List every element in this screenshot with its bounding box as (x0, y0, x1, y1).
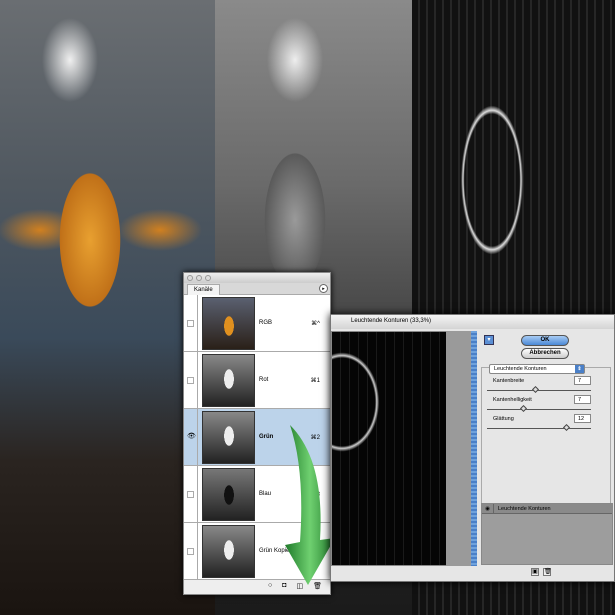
collapse-toggle-icon[interactable]: ▾ (484, 335, 494, 345)
eye-icon[interactable]: 👁 (187, 433, 196, 441)
chevron-updown-icon: ⇕ (575, 365, 584, 373)
channel-row-rgb[interactable]: RGB ⌘^ (184, 295, 330, 352)
glowing-edges-dialog: Leuchtende Konturen (33,3%) ▾ OK Abbrech… (330, 314, 615, 582)
delete-effect-layer-icon[interactable]: 🗑 (543, 568, 552, 576)
filter-select-value: Leuchtende Konturen (494, 366, 547, 372)
channel-thumbnail (202, 524, 255, 578)
panel-menu-button[interactable]: ▸ (319, 284, 328, 293)
visibility-toggle[interactable] (187, 547, 194, 555)
glaettung-slider[interactable] (487, 423, 591, 432)
load-selection-icon[interactable]: ○ (268, 582, 272, 592)
channel-shortcut: ⌘1 (310, 377, 320, 384)
visibility-toggle[interactable] (187, 490, 194, 498)
kantenhelligkeit-slider[interactable] (487, 404, 591, 413)
cancel-button[interactable]: Abbrechen (521, 348, 569, 359)
param-label: Glättung (493, 416, 514, 422)
visibility-toggle[interactable] (187, 376, 194, 384)
channel-thumbnail (202, 296, 255, 350)
channel-thumbnail (202, 353, 255, 407)
effect-layer-row[interactable]: ◉ Leuchtende Konturen (482, 504, 612, 514)
channel-thumbnail (202, 410, 255, 464)
zoom-icon[interactable] (205, 275, 211, 281)
eye-icon[interactable]: ◉ (482, 504, 494, 513)
param-label: Kantenhelligkeit (493, 397, 532, 403)
tab-channels[interactable]: Kanäle (187, 284, 220, 295)
channel-row-rot[interactable]: Rot ⌘1 (184, 352, 330, 409)
filter-select[interactable]: Leuchtende Konturen ⇕ (489, 364, 585, 374)
ok-button[interactable]: OK (521, 335, 569, 346)
panel-titlebar[interactable] (184, 273, 330, 283)
kantenbreite-slider[interactable] (487, 385, 591, 394)
effect-layers-list: ◉ Leuchtende Konturen (481, 503, 613, 565)
new-effect-layer-icon[interactable]: ▣ (531, 568, 539, 576)
visibility-toggle[interactable] (187, 319, 194, 327)
channel-thumbnail (202, 467, 255, 521)
effect-layer-name: Leuchtende Konturen (498, 506, 551, 512)
channel-shortcut: ⌘^ (311, 320, 320, 327)
param-label: Kantenbreite (493, 378, 525, 384)
channel-name: Rot (259, 377, 269, 383)
close-icon[interactable] (187, 275, 193, 281)
kantenbreite-input[interactable]: 7 (574, 376, 591, 385)
channel-name: RGB (259, 320, 273, 326)
preview-scrollbar[interactable] (471, 331, 477, 566)
dialog-title: Leuchtende Konturen (33,3%) (331, 315, 614, 329)
minimize-icon[interactable] (196, 275, 202, 281)
glaettung-input[interactable]: 12 (574, 414, 591, 423)
kantenhelligkeit-input[interactable]: 7 (574, 395, 591, 404)
